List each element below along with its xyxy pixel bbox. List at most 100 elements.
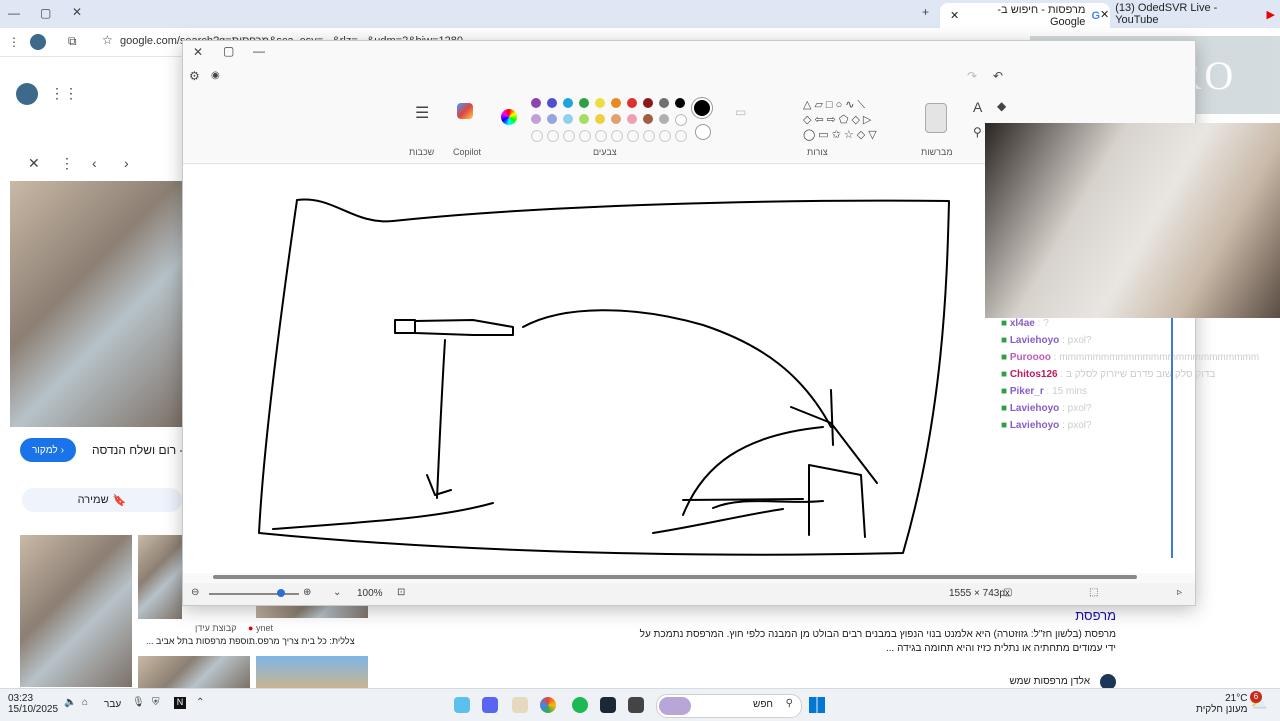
save-button[interactable]: שמירה 🔖 [22, 488, 182, 512]
color-picker-icon[interactable] [501, 109, 517, 125]
close-tab-icon[interactable]: ✕ [1100, 8, 1109, 21]
color-swatch[interactable] [627, 98, 637, 108]
zoom-tool-icon[interactable]: ⚲ [973, 125, 982, 139]
network-icon[interactable]: ⌂ [82, 697, 88, 708]
color-swatch[interactable] [547, 114, 557, 124]
copilot-icon[interactable] [457, 103, 473, 119]
steam-icon[interactable] [600, 697, 616, 713]
app-icon[interactable] [512, 697, 528, 713]
star-icon[interactable]: ☆ [102, 33, 113, 47]
fill-style-icon[interactable]: ▭ [735, 105, 746, 119]
chevron-left-icon[interactable]: ‹ [92, 155, 97, 171]
chat-username[interactable]: Laviehoyo [1010, 403, 1059, 414]
thumbnail-image[interactable] [138, 656, 250, 688]
app-tray-icon[interactable]: N [174, 697, 186, 709]
color-swatch[interactable] [675, 98, 685, 108]
chevron-right-icon[interactable]: › [124, 155, 129, 171]
color-swatch[interactable] [579, 114, 589, 124]
color-swatch[interactable] [531, 114, 541, 124]
new-tab-icon[interactable]: + [922, 5, 929, 19]
avatar[interactable] [16, 83, 38, 105]
profile-avatar[interactable] [30, 34, 46, 50]
chat-username[interactable]: Piker_r [1010, 386, 1044, 397]
empty-color-slot[interactable] [563, 130, 575, 142]
chrome-icon[interactable] [540, 697, 556, 713]
close-tab-icon[interactable]: ✕ [950, 9, 959, 22]
chevron-down-icon[interactable]: ⌄ [333, 587, 341, 598]
close-icon[interactable]: ✕ [28, 155, 40, 172]
empty-color-slot[interactable] [675, 130, 687, 142]
zoom-out-icon[interactable]: ⊖ [191, 587, 199, 598]
thumbnail-image[interactable] [256, 656, 368, 688]
color-swatch[interactable] [563, 114, 573, 124]
tab-youtube[interactable]: ✕ (13) OdedSVR Live - YouTube ▶ [1100, 2, 1275, 26]
empty-color-slot[interactable] [611, 130, 623, 142]
extensions-icon[interactable]: ⧉ [68, 34, 77, 49]
zoom-level[interactable]: 100% [357, 588, 383, 599]
color-swatch[interactable] [643, 98, 653, 108]
color-swatch[interactable] [675, 114, 687, 126]
fill-tool-icon[interactable]: ◆ [997, 99, 1006, 113]
language-indicator[interactable]: עבר [104, 699, 121, 710]
taskbar-search[interactable]: חפש ⚲ [656, 694, 802, 718]
undo-icon[interactable]: ↶ [993, 69, 1003, 83]
speaker-icon[interactable]: 🔈 [64, 697, 76, 708]
scrollbar-thumb[interactable] [213, 575, 1137, 579]
apps-grid-icon[interactable]: ⋮⋮ [50, 85, 78, 102]
result-title[interactable]: - רום ושלח הנדסה [92, 443, 183, 457]
maximize-icon[interactable]: ▢ [223, 44, 234, 58]
empty-color-slot[interactable] [659, 130, 671, 142]
more-icon[interactable]: ⋮ [60, 155, 74, 172]
thumb-caption[interactable]: תוספת מרפסות בתל אביב ... [146, 636, 255, 646]
close-icon[interactable]: ✕ [193, 45, 203, 59]
brush-icon[interactable] [925, 103, 947, 133]
shield-icon[interactable]: ⛨ [152, 697, 160, 708]
empty-color-slot[interactable] [643, 130, 655, 142]
color-swatch[interactable] [659, 114, 669, 124]
microphone-icon[interactable]: 🎙 [132, 697, 145, 708]
redo-icon[interactable]: ↷ [967, 69, 977, 83]
weather-widget[interactable]: 21°C מעונן חלקית [1196, 693, 1247, 715]
windows-start-icon[interactable] [809, 697, 825, 713]
zoom-slider[interactable] [209, 589, 299, 597]
spotify-icon[interactable] [572, 697, 588, 713]
tab-google-search[interactable]: ✕ מרפסות - חיפוש ב-Google G [940, 3, 1110, 28]
paint-app-icon[interactable] [454, 697, 470, 713]
menu-dots-icon[interactable]: ⋮ [8, 35, 20, 49]
color-swatch[interactable] [627, 114, 637, 124]
thumbnail-image[interactable] [256, 604, 368, 618]
chat-username[interactable]: Laviehoyo [1010, 335, 1059, 346]
layers-icon[interactable]: ☰ [415, 103, 429, 123]
thumbnail-image[interactable] [138, 535, 182, 619]
text-tool-icon[interactable]: A [973, 99, 982, 115]
color-swatch[interactable] [659, 98, 669, 108]
color-swatch[interactable] [611, 114, 621, 124]
zoom-in-icon[interactable]: ⊕ [303, 587, 311, 598]
color-swatch[interactable] [579, 98, 589, 108]
thumbnail-image[interactable] [20, 535, 132, 687]
empty-color-slot[interactable] [627, 130, 639, 142]
chat-username[interactable]: Chitos126 [1010, 369, 1058, 380]
primary-color[interactable] [694, 100, 710, 116]
restore-icon[interactable]: ▢ [40, 6, 51, 20]
slider-thumb[interactable] [277, 589, 285, 597]
account-icon[interactable]: ◉ [211, 70, 220, 81]
color-swatch[interactable] [643, 114, 653, 124]
clock[interactable]: 03:23 15/10/2025 [8, 693, 58, 715]
chat-username[interactable]: xl4ae [1010, 318, 1035, 329]
empty-color-slot[interactable] [531, 130, 543, 142]
minimize-icon[interactable]: — [253, 44, 265, 58]
shapes-gallery[interactable]: △▱□○∿⟍ ◇⇦⇨⬠◇▷ ◯▭✩☆◇▽ [803, 98, 907, 142]
chat-username[interactable]: Puroooo [1010, 352, 1051, 363]
related-item[interactable]: אלדן מרפסות שמש [1009, 676, 1090, 687]
color-swatch[interactable] [611, 98, 621, 108]
empty-color-slot[interactable] [595, 130, 607, 142]
close-icon[interactable]: ✕ [72, 5, 82, 19]
preview-image[interactable] [10, 181, 182, 427]
chevron-up-icon[interactable]: ⌃ [196, 697, 204, 708]
source-button[interactable]: למקור › [20, 438, 76, 462]
color-swatch[interactable] [595, 114, 605, 124]
color-swatch[interactable] [563, 98, 573, 108]
thumb-caption[interactable]: צללית: כל בית צריך מרפס... [250, 636, 355, 646]
color-swatch[interactable] [547, 98, 557, 108]
